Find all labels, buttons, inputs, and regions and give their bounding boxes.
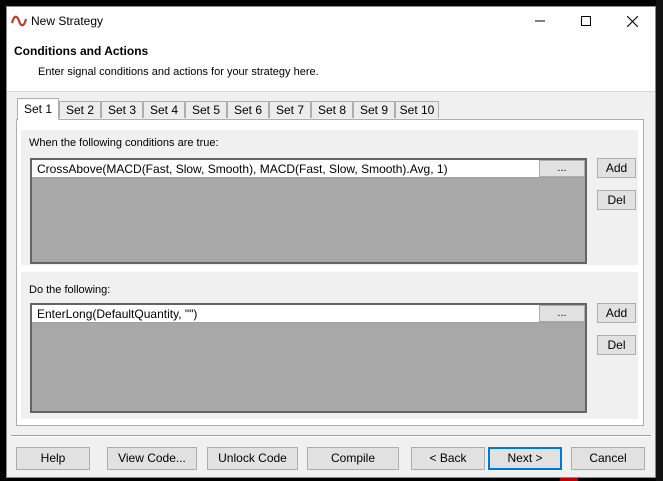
compile-button[interactable]: Compile [307,447,399,470]
tab-set-2[interactable]: Set 2 [59,101,101,118]
list-item[interactable]: EnterLong(DefaultQuantity, "") ... [32,305,585,323]
actions-label: Do the following: [29,284,111,296]
actions-list[interactable]: EnterLong(DefaultQuantity, "") ... [30,303,587,413]
window-title: New Strategy [31,14,104,28]
conditions-group: When the following conditions are true: … [21,130,638,265]
back-button[interactable]: < Back [411,447,485,470]
new-strategy-window: New Strategy Conditions and Actions Ente… [6,6,656,478]
tab-set-8[interactable]: Set 8 [311,101,353,118]
close-icon [626,15,638,27]
page-subtitle: Enter signal conditions and actions for … [38,66,319,78]
edit-action-button[interactable]: ... [539,305,585,322]
action-text: EnterLong(DefaultQuantity, "") [37,307,198,321]
conditions-list[interactable]: CrossAbove(MACD(Fast, Slow, Smooth), MAC… [30,158,587,264]
footer-divider [11,435,651,437]
help-button[interactable]: Help [16,447,90,470]
actions-group: Do the following: EnterLong(DefaultQuant… [21,272,638,419]
tab-set-6[interactable]: Set 6 [227,101,269,118]
tab-set-10[interactable]: Set 10 [395,101,439,118]
title-bar: New Strategy [7,7,655,35]
add-condition-button[interactable]: Add [597,158,636,178]
app-logo-icon [10,14,28,28]
maximize-button[interactable] [563,7,609,35]
minimize-icon [535,20,545,22]
set-panel: When the following conditions are true: … [16,119,644,426]
condition-text: CrossAbove(MACD(Fast, Slow, Smooth), MAC… [37,162,448,176]
tab-set-7[interactable]: Set 7 [269,101,311,118]
edit-condition-button[interactable]: ... [539,160,585,177]
cancel-button[interactable]: Cancel [571,447,645,470]
maximize-icon [581,16,591,26]
close-button[interactable] [609,7,655,35]
unlock-code-button[interactable]: Unlock Code [207,447,298,470]
tab-set-1[interactable]: Set 1 [17,98,59,120]
delete-condition-button[interactable]: Del [597,190,636,210]
tab-set-5[interactable]: Set 5 [185,101,227,118]
next-button[interactable]: Next > [488,447,562,470]
tab-set-3[interactable]: Set 3 [101,101,143,118]
wizard-header: Conditions and Actions Enter signal cond… [7,35,655,92]
background-chart [656,0,663,481]
conditions-label: When the following conditions are true: [29,137,219,149]
list-item[interactable]: CrossAbove(MACD(Fast, Slow, Smooth), MAC… [32,160,585,178]
add-action-button[interactable]: Add [597,303,636,323]
tab-set-4[interactable]: Set 4 [143,101,185,118]
delete-action-button[interactable]: Del [597,335,636,355]
tab-set-9[interactable]: Set 9 [353,101,395,118]
minimize-button[interactable] [517,7,563,35]
view-code-button[interactable]: View Code... [107,447,197,470]
page-title: Conditions and Actions [14,44,149,58]
